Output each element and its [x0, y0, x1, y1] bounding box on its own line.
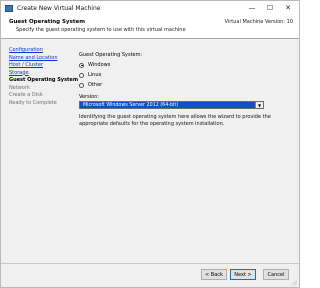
- wizard-header: Guest Operating System Specify the guest…: [1, 15, 299, 39]
- version-select[interactable]: Microsoft Windows Server 2012 (64-bit) ▼: [79, 101, 264, 109]
- wizard-steps-sidebar: Configuration Name and Location Host / C…: [9, 47, 79, 107]
- window-title: Create New Virtual Machine: [17, 4, 101, 12]
- title-bar[interactable]: Create New Virtual Machine — ☐ ✕: [1, 1, 299, 15]
- step-ready-to-complete: Ready to Complete: [9, 99, 57, 106]
- guest-os-description: Identifying the guest operating system h…: [79, 114, 271, 127]
- next-button[interactable]: Next >: [230, 269, 256, 280]
- vm-app-icon: [5, 4, 13, 12]
- step-network: Network: [9, 84, 30, 91]
- radio-linux-button[interactable]: [79, 72, 84, 78]
- window-controls: — ☐ ✕: [243, 1, 297, 15]
- vm-version-label: Virtual Machine Version: 10: [224, 19, 293, 25]
- step-host-cluster[interactable]: Host / Cluster: [9, 62, 73, 70]
- step-name-and-location[interactable]: Name and Location: [9, 55, 73, 63]
- create-vm-dialog: Create New Virtual Machine — ☐ ✕ Guest O…: [0, 0, 300, 288]
- radio-other-button[interactable]: [79, 82, 84, 88]
- version-label: Version:: [79, 94, 100, 100]
- step-subtitle: Specify the guest operating system to us…: [16, 27, 186, 33]
- minimize-button[interactable]: —: [243, 1, 261, 15]
- guest-os-label: Guest Operating System:: [79, 52, 143, 58]
- cancel-button[interactable]: Cancel: [263, 269, 289, 280]
- chevron-down-icon[interactable]: ▼: [255, 102, 263, 108]
- step-guest-operating-system: Guest Operating System: [9, 77, 79, 83]
- radio-windows-button[interactable]: [79, 62, 84, 68]
- radio-linux-label: Linux: [88, 72, 102, 78]
- radio-linux[interactable]: Linux: [79, 72, 101, 78]
- back-button[interactable]: < Back: [201, 269, 227, 280]
- footer-divider: [1, 263, 299, 264]
- maximize-button[interactable]: ☐: [261, 1, 279, 15]
- step-create-a-disk: Create a Disk: [9, 92, 43, 98]
- resize-grip[interactable]: [291, 279, 297, 285]
- step-configuration[interactable]: Configuration: [9, 47, 73, 55]
- radio-windows-label: Windows: [88, 62, 111, 68]
- step-title: Guest Operating System: [9, 19, 85, 25]
- version-select-value: Microsoft Windows Server 2012 (64-bit): [83, 102, 179, 108]
- step-storage[interactable]: Storage: [9, 70, 73, 78]
- radio-other[interactable]: Other: [79, 82, 102, 88]
- radio-windows[interactable]: Windows: [79, 62, 110, 68]
- radio-other-label: Other: [88, 82, 103, 88]
- close-button[interactable]: ✕: [279, 1, 297, 15]
